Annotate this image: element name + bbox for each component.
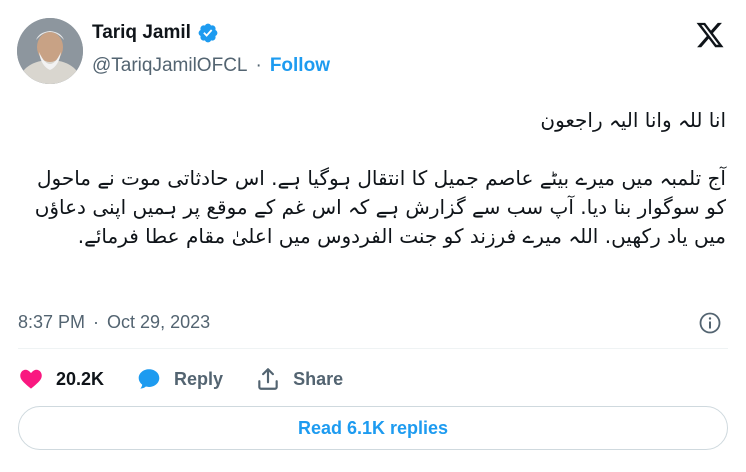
tweet-text: انا للہ وانا الیہ راجعون آج تلمبہ میں می… — [18, 106, 726, 251]
tweet-text-line1: انا للہ وانا الیہ راجعون — [540, 108, 726, 132]
tweet-time[interactable]: 8:37 PM — [18, 312, 85, 333]
author-handle-row: @TariqJamilOFCL · Follow — [92, 55, 330, 77]
author-name-row: Tariq Jamil — [92, 22, 219, 44]
read-replies-button[interactable]: Read 6.1K replies — [18, 406, 728, 450]
tweet-actions: 20.2K Reply Share — [18, 364, 375, 394]
tweet-date[interactable]: Oct 29, 2023 — [107, 312, 210, 333]
separator-dot: · — [93, 312, 100, 332]
avatar-portrait-icon — [17, 18, 83, 84]
follow-button[interactable]: Follow — [270, 55, 330, 77]
heart-icon — [20, 369, 42, 389]
divider — [18, 348, 728, 349]
share-label: Share — [293, 368, 344, 389]
x-logo-icon[interactable] — [695, 20, 725, 50]
tweet-text-body: آج تلمبہ میں میرے بیٹے عاصم جمیل کا انتق… — [34, 166, 726, 248]
embedded-tweet-card: Tariq Jamil @TariqJamilOFCL · Follow انا… — [0, 0, 746, 472]
share-button[interactable]: Share — [255, 366, 343, 392]
separator-dot: · — [255, 55, 262, 76]
speech-bubble-icon — [138, 369, 160, 389]
upload-icon — [258, 368, 278, 390]
like-count: 20.2K — [56, 368, 105, 389]
reply-button[interactable]: Reply — [136, 366, 223, 392]
info-icon[interactable] — [698, 311, 722, 335]
avatar[interactable] — [17, 18, 83, 84]
author-name[interactable]: Tariq Jamil — [92, 22, 191, 44]
author-handle[interactable]: @TariqJamilOFCL — [92, 55, 247, 77]
timestamp[interactable]: 8:37 PM · Oct 29, 2023 — [18, 312, 210, 333]
reply-label: Reply — [174, 368, 224, 389]
verified-badge-icon — [197, 22, 219, 44]
like-button[interactable]: 20.2K — [18, 366, 104, 392]
